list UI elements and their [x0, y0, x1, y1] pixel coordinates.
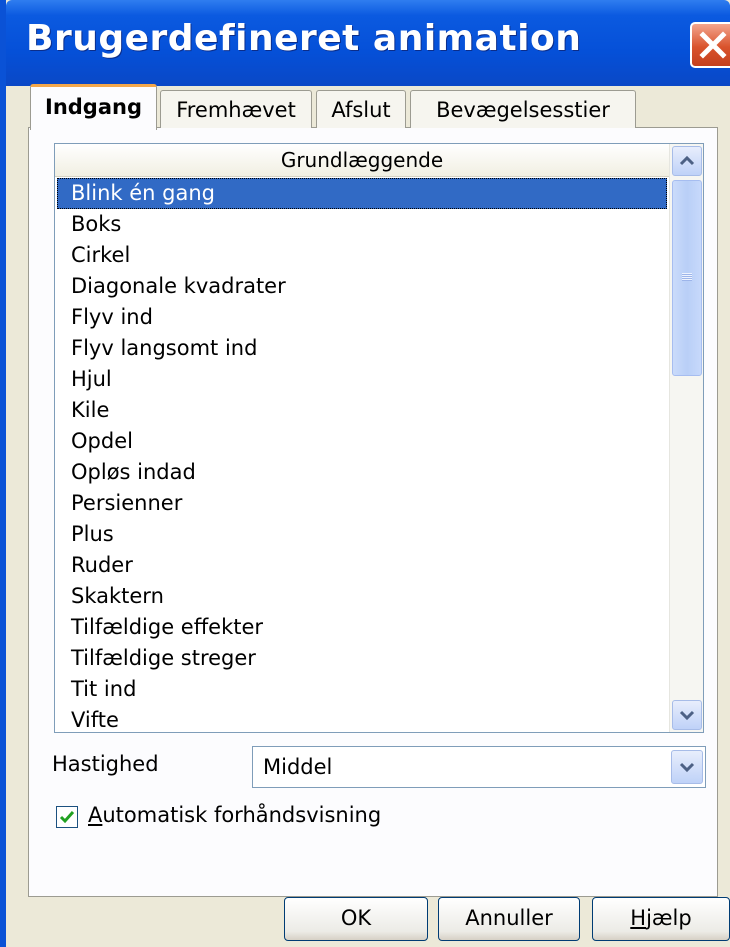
list-item[interactable]: Ruder — [57, 550, 667, 581]
list-item[interactable]: Flyv ind — [57, 302, 667, 333]
list-item[interactable]: Plus — [57, 519, 667, 550]
list-header: Grundlæggende — [55, 144, 669, 177]
list-item[interactable]: Cirkel — [57, 240, 667, 271]
list-items: Blink én gang Boks Cirkel Diagonale kvad… — [57, 178, 667, 732]
list-item[interactable]: Boks — [57, 209, 667, 240]
tab-afslut[interactable]: Afslut — [316, 90, 406, 128]
window-title: Brugerdefineret animation — [26, 18, 582, 59]
list-item[interactable]: Persienner — [57, 488, 667, 519]
scroll-thumb[interactable] — [672, 180, 702, 376]
tab-bevaegelsesstier[interactable]: Bevægelsesstier — [410, 90, 636, 128]
list-item[interactable]: Diagonale kvadrater — [57, 271, 667, 302]
list-item[interactable]: Tilfældige effekter — [57, 612, 667, 643]
title-bar[interactable]: Brugerdefineret animation — [6, 0, 730, 86]
close-icon — [699, 31, 727, 59]
list-item[interactable]: Opdel — [57, 426, 667, 457]
chevron-up-icon — [679, 155, 695, 166]
list-item[interactable]: Skaktern — [57, 581, 667, 612]
chevron-down-icon — [679, 710, 695, 721]
cancel-button[interactable]: Annuller — [438, 897, 580, 941]
help-label-text: jælp — [646, 906, 692, 930]
grip-icon — [682, 273, 692, 281]
list-item[interactable]: Kile — [57, 395, 667, 426]
scroll-down-button[interactable] — [672, 700, 702, 730]
scroll-up-button[interactable] — [672, 146, 702, 176]
tab-fremhaevet[interactable]: Fremhævet — [160, 90, 312, 128]
help-access-key: H — [630, 906, 647, 930]
close-button[interactable] — [690, 22, 730, 68]
auto-preview-access-key: A — [88, 803, 103, 827]
ok-button[interactable]: OK — [284, 897, 428, 941]
list-item[interactable]: Tilfældige streger — [57, 643, 667, 674]
checkmark-icon — [59, 811, 75, 824]
list-item[interactable]: Tit ind — [57, 674, 667, 705]
auto-preview-label-text: utomatisk forhåndsvisning — [102, 803, 382, 827]
list-item[interactable]: Blink én gang — [57, 178, 667, 209]
chevron-down-icon — [679, 762, 695, 773]
list-item[interactable]: Hjul — [57, 364, 667, 395]
speed-value: Middel — [263, 755, 333, 779]
list-item[interactable]: Vifte — [57, 705, 667, 732]
list-item[interactable]: Flyv langsomt ind — [57, 333, 667, 364]
help-button[interactable]: Hjælp — [592, 897, 730, 941]
speed-dropdown-button[interactable] — [671, 750, 703, 784]
auto-preview-checkbox[interactable] — [56, 806, 78, 828]
speed-label: Hastighed — [52, 752, 159, 776]
tab-indgang[interactable]: Indgang — [30, 84, 157, 130]
speed-select[interactable]: Middel — [252, 746, 706, 788]
effects-listbox[interactable]: Grundlæggende Blink én gang Boks Cirkel … — [54, 143, 704, 733]
auto-preview-label[interactable]: Automatisk forhåndsvisning — [88, 803, 381, 827]
dialog-window: Brugerdefineret animation Indgang Fremhæ… — [0, 0, 730, 947]
list-scrollbar[interactable] — [669, 144, 703, 732]
list-item[interactable]: Opløs indad — [57, 457, 667, 488]
